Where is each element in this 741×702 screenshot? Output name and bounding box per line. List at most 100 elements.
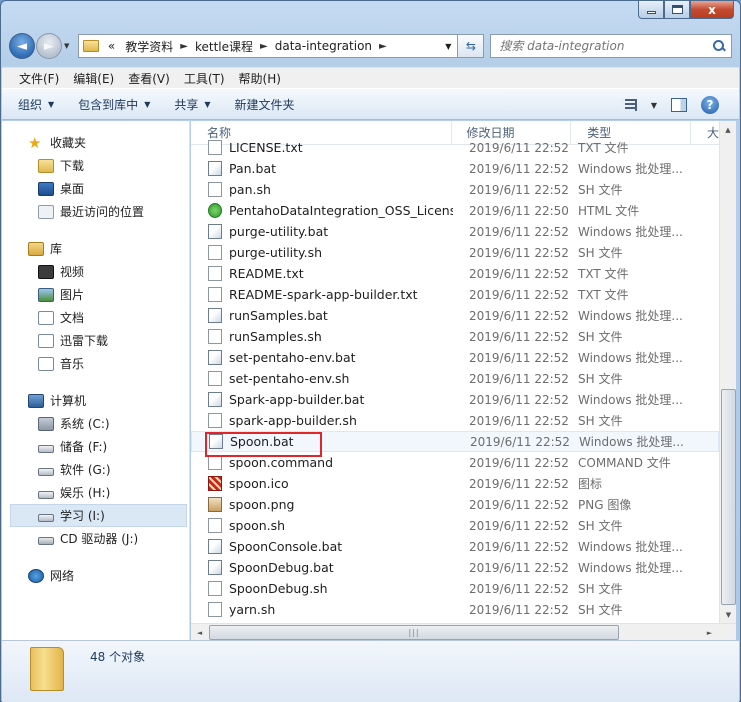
file-row[interactable]: Spark-app-builder.bat 2019/6/11 22:52 Wind…: [191, 389, 719, 410]
nav-drive-i[interactable]: 学习 (I:): [10, 504, 187, 527]
scroll-left-icon[interactable]: ◄: [191, 624, 208, 641]
file-name-cell[interactable]: LICENSE.txt: [191, 140, 453, 155]
address-bar[interactable]: « 教学资料 ► kettle课程 ► data-integration ► ▼: [77, 34, 459, 58]
help-icon[interactable]: ?: [701, 96, 719, 114]
vertical-scroll-thumb[interactable]: [721, 389, 736, 605]
file-name-cell[interactable]: PentahoDataIntegration_OSS_License...: [191, 203, 453, 218]
file-name[interactable]: purge-utility.sh: [229, 245, 322, 260]
menu-view[interactable]: 查看(V): [121, 70, 177, 87]
horizontal-scrollbar[interactable]: ◄ ||| ►: [191, 623, 736, 640]
address-dropdown-icon[interactable]: ▼: [445, 42, 451, 51]
nav-recent-places[interactable]: 最近访问的位置: [2, 200, 189, 223]
file-name-cell[interactable]: pan.sh: [191, 182, 453, 197]
file-name-cell[interactable]: SpoonDebug.sh: [191, 581, 453, 596]
new-folder-button[interactable]: 新建文件夹: [235, 96, 295, 113]
back-button[interactable]: ◄: [9, 33, 35, 59]
breadcrumb-chevron-icon[interactable]: ►: [178, 41, 190, 52]
file-name[interactable]: runSamples.sh: [229, 329, 322, 344]
organize-button[interactable]: 组织 ▼: [18, 96, 54, 113]
file-name-cell[interactable]: README-spark-app-builder.txt: [191, 287, 453, 302]
file-row[interactable]: set-pentaho-env.bat 2019/6/11 22:52 Window…: [191, 347, 719, 368]
file-name[interactable]: LICENSE.txt: [229, 140, 303, 155]
file-name-cell[interactable]: runSamples.sh: [191, 329, 453, 344]
menu-tools[interactable]: 工具(T): [177, 70, 232, 87]
nav-pictures[interactable]: 图片: [2, 283, 189, 306]
file-name[interactable]: README.txt: [229, 266, 304, 281]
nav-thunder-downloads[interactable]: 迅雷下载: [2, 329, 189, 352]
search-box[interactable]: [490, 34, 733, 58]
nav-downloads[interactable]: 下载: [2, 154, 189, 177]
file-row[interactable]: LICENSE.txt 2019/6/11 22:52 TXT 文件: [191, 137, 719, 158]
file-name-cell[interactable]: runSamples.bat: [191, 308, 453, 323]
menu-edit[interactable]: 编辑(E): [66, 70, 121, 87]
file-row[interactable]: spoon.command 2019/6/11 22:52 COMMAND 文件: [191, 452, 719, 473]
file-name[interactable]: set-pentaho-env.sh: [229, 371, 349, 386]
file-name[interactable]: runSamples.bat: [229, 308, 328, 323]
file-row[interactable]: SpoonDebug.sh 2019/6/11 22:52 SH 文件: [191, 578, 719, 599]
file-name[interactable]: SpoonConsole.bat: [229, 539, 342, 554]
search-input[interactable]: [499, 39, 714, 53]
breadcrumb-chevron-icon[interactable]: ►: [258, 41, 270, 52]
minimize-button[interactable]: [638, 1, 664, 19]
file-name[interactable]: spoon.command: [229, 455, 333, 470]
breadcrumb-overflow[interactable]: «: [103, 39, 120, 53]
file-name-cell[interactable]: spoon.sh: [191, 518, 453, 533]
nav-cd-drive[interactable]: CD 驱动器 (J:): [2, 527, 189, 550]
file-name-cell[interactable]: set-pentaho-env.sh: [191, 371, 453, 386]
file-name-cell[interactable]: README.txt: [191, 266, 453, 281]
include-in-library-button[interactable]: 包含到库中 ▼: [78, 96, 150, 113]
file-row[interactable]: Spoon.bat 2019/6/11 22:52 Windows 批处理...: [191, 431, 719, 452]
file-name[interactable]: set-pentaho-env.bat: [229, 350, 356, 365]
nav-music[interactable]: 音乐: [2, 352, 189, 375]
file-row[interactable]: SpoonDebug.bat 2019/6/11 22:52 Windows 批处理…: [191, 557, 719, 578]
nav-desktop[interactable]: 桌面: [2, 177, 189, 200]
file-row[interactable]: set-pentaho-env.sh 2019/6/11 22:52 SH 文件: [191, 368, 719, 389]
nav-drive-c[interactable]: 系统 (C:): [2, 412, 189, 435]
file-name[interactable]: Spark-app-builder.bat: [229, 392, 364, 407]
file-row[interactable]: runSamples.sh 2019/6/11 22:52 SH 文件: [191, 326, 719, 347]
file-row[interactable]: spark-app-builder.sh 2019/6/11 22:52 SH 文件: [191, 410, 719, 431]
file-name-cell[interactable]: Spark-app-builder.bat: [191, 392, 453, 407]
file-row[interactable]: spoon.png 2019/6/11 22:52 PNG 图像: [191, 494, 719, 515]
file-name[interactable]: spoon.png: [229, 497, 294, 512]
nav-drive-h[interactable]: 娱乐 (H:): [2, 481, 189, 504]
recent-pages-dropdown[interactable]: ▼: [64, 42, 74, 50]
menu-help[interactable]: 帮助(H): [232, 70, 288, 87]
file-name-cell[interactable]: spoon.png: [191, 497, 453, 512]
file-name[interactable]: spoon.ico: [229, 476, 289, 491]
preview-pane-icon[interactable]: [671, 98, 687, 112]
file-name-cell[interactable]: purge-utility.bat: [191, 224, 453, 239]
file-name-cell[interactable]: SpoonConsole.bat: [191, 539, 453, 554]
nav-drive-f[interactable]: 储备 (F:): [2, 435, 189, 458]
file-name[interactable]: pan.sh: [229, 182, 271, 197]
refresh-button[interactable]: ⇆: [458, 34, 485, 58]
file-name-cell[interactable]: Pan.bat: [191, 161, 453, 176]
file-row[interactable]: README-spark-app-builder.txt 2019/6/11 22…: [191, 284, 719, 305]
nav-computer[interactable]: 计算机: [2, 389, 189, 412]
file-name-cell[interactable]: Spoon.bat: [192, 434, 454, 449]
file-name-cell[interactable]: yarn.sh: [191, 602, 453, 617]
file-name-cell[interactable]: spoon.ico: [191, 476, 453, 491]
nav-libraries[interactable]: 库: [2, 237, 189, 260]
file-row[interactable]: spoon.sh 2019/6/11 22:52 SH 文件: [191, 515, 719, 536]
file-row[interactable]: PentahoDataIntegration_OSS_License... 201…: [191, 200, 719, 221]
file-name[interactable]: PentahoDataIntegration_OSS_License...: [229, 203, 453, 218]
search-icon[interactable]: [713, 40, 725, 52]
file-name-cell[interactable]: SpoonDebug.bat: [191, 560, 453, 575]
nav-videos[interactable]: 视频: [2, 260, 189, 283]
file-row[interactable]: SpoonConsole.bat 2019/6/11 22:52 Windows 批…: [191, 536, 719, 557]
file-name[interactable]: SpoonDebug.bat: [229, 560, 334, 575]
file-row[interactable]: purge-utility.bat 2019/6/11 22:52 Windows …: [191, 221, 719, 242]
scroll-down-icon[interactable]: ▼: [720, 606, 737, 623]
file-name[interactable]: spoon.sh: [229, 518, 285, 533]
close-button[interactable]: x: [690, 1, 734, 19]
file-name[interactable]: SpoonDebug.sh: [229, 581, 328, 596]
breadcrumb-chevron-icon[interactable]: ►: [377, 41, 389, 52]
view-options-dropdown-icon[interactable]: ▼: [651, 101, 657, 110]
forward-button[interactable]: ►: [35, 33, 62, 59]
file-row[interactable]: pan.sh 2019/6/11 22:52 SH 文件: [191, 179, 719, 200]
file-name-cell[interactable]: set-pentaho-env.bat: [191, 350, 453, 365]
scroll-up-icon[interactable]: ▲: [720, 121, 736, 138]
change-view-icon[interactable]: [620, 99, 637, 111]
file-name[interactable]: purge-utility.bat: [229, 224, 328, 239]
